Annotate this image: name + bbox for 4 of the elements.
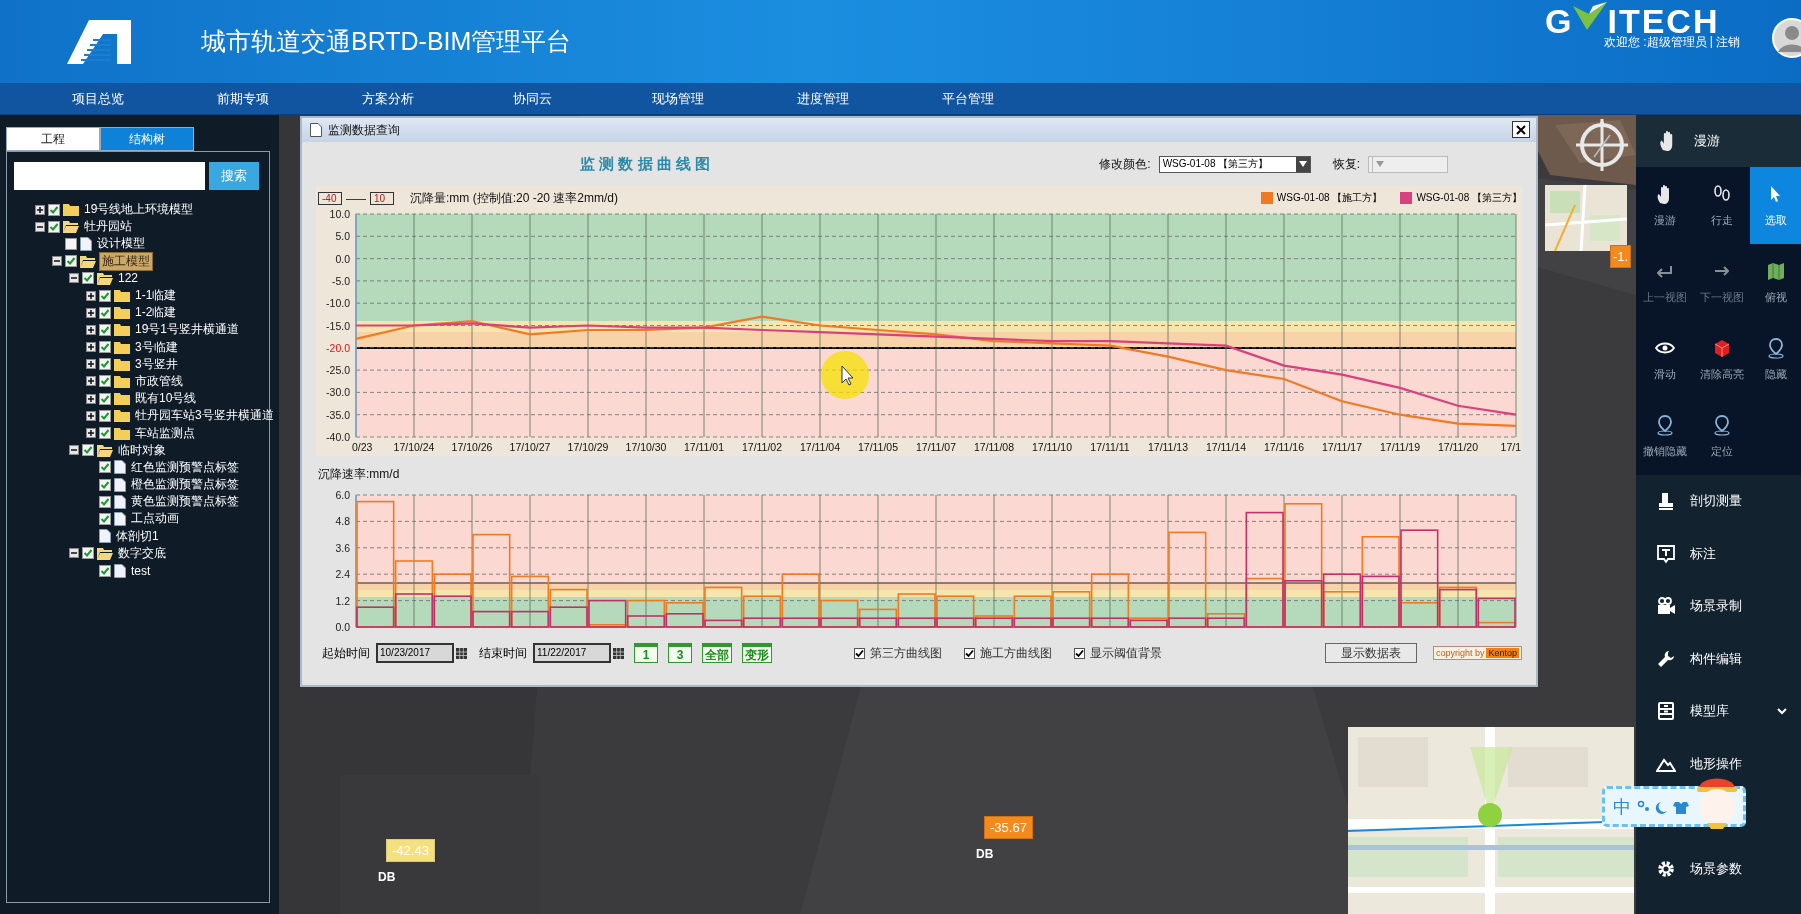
app-title: 城市轨道交通BRTD-BIM管理平台 <box>201 26 572 57</box>
panel-heading: 漫游 <box>1694 132 1720 150</box>
separator-text: | <box>1709 34 1713 50</box>
brand-logo-text: G <box>1545 2 1574 40</box>
